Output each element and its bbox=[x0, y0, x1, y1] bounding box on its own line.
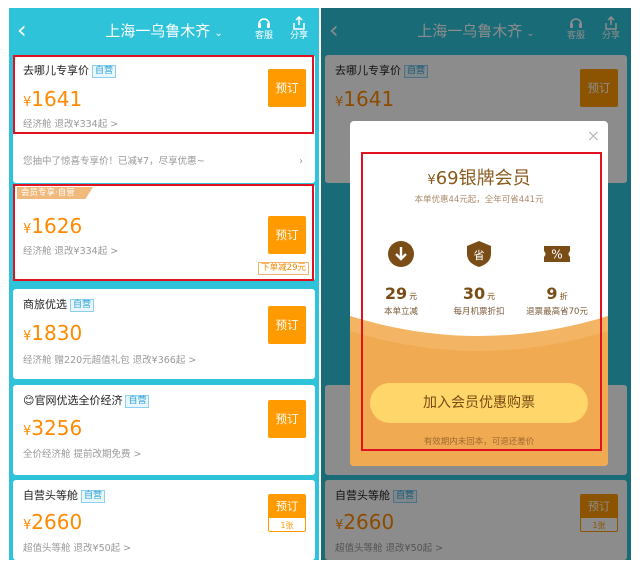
customer-service-button[interactable]: 客服 bbox=[250, 16, 278, 42]
seats-left: 1张 bbox=[280, 521, 294, 530]
fare-name: 商旅优选 自营 bbox=[23, 298, 95, 312]
close-icon[interactable]: × bbox=[587, 127, 600, 145]
highlight-box bbox=[13, 184, 314, 281]
flight-list-screen: ‹ 上海一乌鲁木齐 ⌄ 客服 分享 去哪儿专享价 自营 ¥1641 经济舱 退改¥3… bbox=[9, 8, 319, 560]
book-label: 预订 bbox=[269, 495, 305, 518]
chevron-down-icon: ⌄ bbox=[214, 28, 223, 39]
flight-card-5[interactable]: 自营头等舱 自营 ¥2660 超值头等舱 退改¥50起 > 预订 1张 bbox=[13, 480, 315, 560]
fare-details-link[interactable]: 经济舱 赠220元超值礼包 退改¥366起 > bbox=[23, 355, 196, 367]
chevron-right-icon: › bbox=[299, 156, 303, 167]
fare-details-link[interactable]: 全价经济舱 提前改期免费 > bbox=[23, 449, 142, 461]
highlight-box bbox=[13, 55, 314, 134]
price: ¥2660 bbox=[23, 510, 83, 534]
price: ¥1830 bbox=[23, 321, 83, 345]
flight-card-3[interactable]: 商旅优选 自营 ¥1830 经济舱 赠220元超值礼包 退改¥366起 > 预订 bbox=[13, 289, 315, 379]
price: ¥3256 bbox=[23, 416, 83, 440]
self-operated-tag: 自营 bbox=[125, 395, 150, 408]
self-operated-tag: 自营 bbox=[70, 299, 95, 312]
flight-card-4[interactable]: 😊官网优选全价经济 自营 ¥3256 全价经济舱 提前改期免费 > 预订 bbox=[13, 385, 315, 475]
share-button[interactable]: 分享 bbox=[285, 16, 313, 42]
share-label: 分享 bbox=[289, 31, 308, 41]
screenshot-root: ‹ 上海一乌鲁木齐 ⌄ 客服 分享 去哪儿专享价 自营 ¥1641 经济舱 退改¥3… bbox=[0, 0, 640, 568]
top-bar: ‹ 上海一乌鲁木齐 ⌄ 客服 分享 bbox=[9, 8, 319, 54]
lucky-price-promo[interactable]: 您抽中了惊喜专享价！已减¥7，尽享优惠~ › bbox=[23, 156, 305, 168]
book-button[interactable]: 预订 1张 bbox=[268, 494, 306, 532]
headset-icon bbox=[258, 18, 270, 28]
book-button[interactable]: 预订 bbox=[268, 306, 306, 344]
fare-name: 😊官网优选全价经济 自营 bbox=[23, 394, 150, 408]
self-operated-tag: 自营 bbox=[81, 490, 106, 503]
highlight-box bbox=[361, 152, 602, 451]
service-label: 客服 bbox=[254, 31, 273, 41]
fare-details-link[interactable]: 超值头等舱 退改¥50起 > bbox=[23, 543, 131, 555]
route-title-text: 上海一乌鲁木齐 bbox=[105, 22, 211, 40]
share-icon bbox=[293, 16, 305, 30]
fare-name: 自营头等舱 自营 bbox=[23, 489, 106, 503]
book-button[interactable]: 预订 bbox=[268, 400, 306, 438]
member-popup-screen: ‹ 上海一乌鲁木齐 ⌄ 客服 分享 去哪儿专享价 自营 ¥1641 预订 自营头等舱… bbox=[321, 8, 631, 560]
smile-icon: 😊 bbox=[23, 394, 35, 407]
